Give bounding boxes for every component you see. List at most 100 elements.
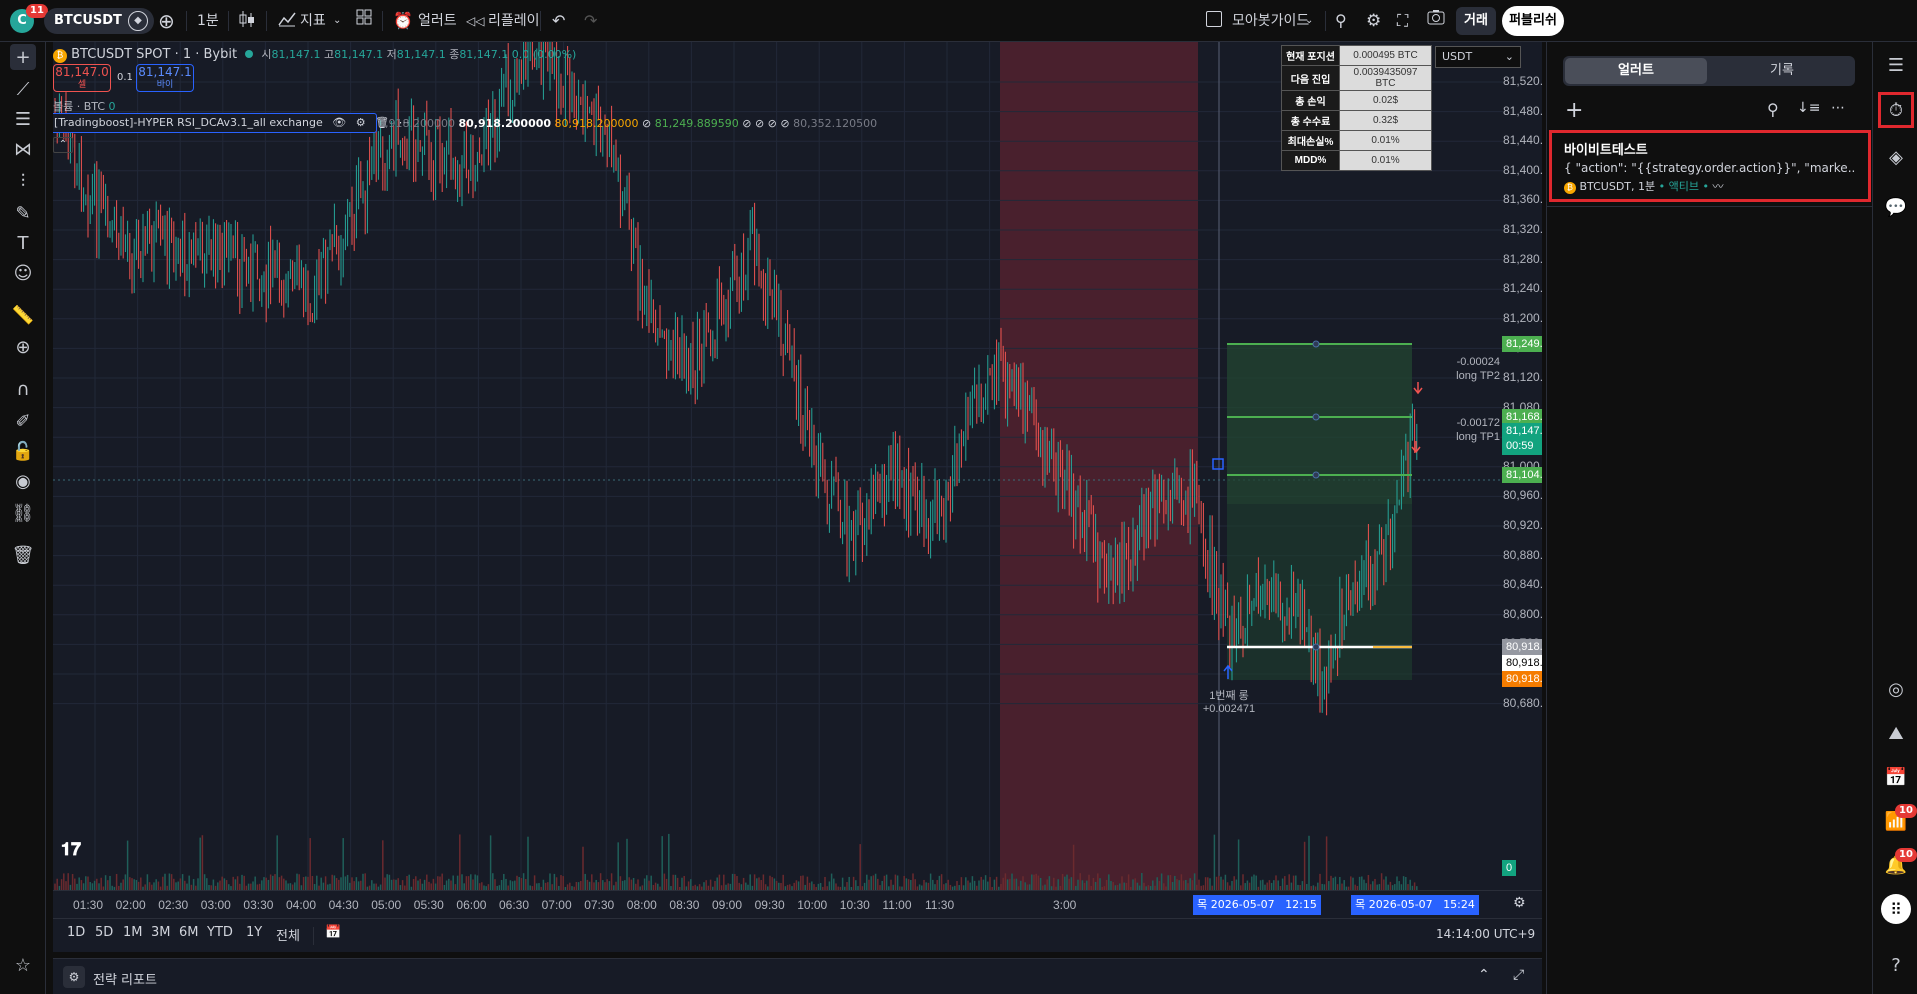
magnet-icon[interactable]: ∩ [10, 376, 36, 402]
candle-type-icon[interactable] [238, 9, 256, 33]
replay-icon[interactable]: ◁◁ [466, 9, 484, 33]
fullscreen-icon[interactable]: ⛶ [1397, 9, 1408, 33]
maximize-panel-icon[interactable]: ⤢ [1513, 967, 1524, 983]
indicator-eye-icon[interactable]: 👁 [332, 116, 346, 129]
collapse-legend-button[interactable]: ⌃ [53, 137, 73, 153]
sort-icon[interactable]: ↓≡ [1797, 100, 1820, 116]
calendar-icon[interactable]: 📅 [1881, 762, 1911, 792]
watchlist-icon[interactable]: ☰ [1881, 50, 1911, 80]
redo-icon[interactable]: ↷ [584, 9, 597, 33]
search-alert-icon[interactable]: ⚲ [1767, 100, 1779, 119]
indicators-icon[interactable] [278, 9, 296, 33]
sell-button[interactable]: 81,147.0 셀 [53, 64, 111, 92]
chart-area[interactable]: ₿ BTCUSDT SPOT · 1 · Bybit 시81,147.1 고81… [53, 42, 1542, 890]
tab-log[interactable]: 기록 [1711, 58, 1853, 84]
interval-selector[interactable]: 1분 [197, 9, 219, 33]
link-icon[interactable]: ⛓ [10, 500, 36, 526]
quick-search-icon[interactable]: ⚲ [1335, 9, 1347, 33]
price-label: 81,400.0 [1503, 162, 1542, 177]
session-highlight [1000, 42, 1198, 890]
indicator-settings-icon[interactable]: ⚙ [356, 116, 366, 129]
layers-icon[interactable]: ◈ [1881, 142, 1911, 172]
tab-alerts[interactable]: 얼러트 [1565, 58, 1707, 84]
ideas-icon[interactable]: ⛰ [1881, 718, 1911, 748]
zoom-in-icon[interactable]: ⊕ [10, 334, 36, 360]
range-1m[interactable]: 1M [123, 925, 143, 940]
undo-icon[interactable]: ↶ [552, 9, 565, 33]
currency-selector[interactable]: USDT ⌄ [1435, 46, 1521, 68]
chat-icon[interactable]: 💬 [1881, 192, 1911, 222]
price-label: 81,520.0 [1503, 74, 1542, 88]
trash-icon[interactable]: 🗑 [10, 542, 36, 568]
range-all[interactable]: 전체 [276, 925, 300, 944]
legend-title[interactable]: BTCUSDT SPOT · 1 · Bybit [71, 47, 237, 62]
buy-button[interactable]: 81,147.1 바이 [136, 64, 194, 92]
alert-clock-icon[interactable]: ⏰ [393, 9, 413, 33]
guide-dropdown-icon[interactable]: ⌄ [1305, 9, 1313, 33]
stay-drawing-icon[interactable]: ✐ [10, 408, 36, 434]
apps-grid-icon[interactable]: ⠿ [1881, 894, 1911, 924]
symbol-options-icon[interactable]: ◆ [128, 11, 148, 31]
time-label: 04:00 [286, 898, 317, 912]
brush-icon[interactable]: ✎ [10, 200, 36, 226]
volume-tag: 0 [1502, 860, 1517, 876]
text-icon[interactable]: T [10, 230, 36, 256]
trendline-icon[interactable]: ⟋ [10, 76, 36, 102]
stats-row: 총 수수료 0.32$ [1281, 110, 1432, 131]
time-label: 03:00 [200, 898, 231, 912]
layout-grid-icon[interactable] [356, 9, 372, 33]
add-alert-icon[interactable]: + [1565, 98, 1583, 123]
crosshair-icon[interactable]: + [10, 44, 36, 70]
more-options-icon[interactable]: ⋯ [1831, 100, 1845, 116]
time-label: 05:00 [371, 898, 402, 912]
position-handle [1212, 458, 1224, 470]
camera-icon[interactable] [1427, 9, 1445, 33]
eye-icon[interactable]: ◉ [10, 468, 36, 494]
axis-settings-icon[interactable]: ⚙ [1513, 895, 1526, 911]
price-label: 81,280.0 [1503, 251, 1542, 266]
indicators-dropdown-icon[interactable]: ⌄ [333, 9, 341, 33]
stats-key: MDD% [1281, 150, 1340, 171]
strategy-report-icon: ⚙ [63, 966, 85, 988]
emoji-icon[interactable]: ☺ [10, 260, 36, 286]
time-label: 07:00 [541, 898, 572, 912]
ruler-icon[interactable]: 📏 [10, 302, 36, 328]
guide-checkbox[interactable] [1206, 11, 1222, 27]
range-1y[interactable]: 1Y [246, 925, 262, 940]
add-symbol-icon[interactable]: ⊕ [158, 9, 175, 33]
strategy-report-bar: ⚙ 전략 리포트 ⌃ ⤢ [53, 958, 1542, 994]
stats-key: 총 수수료 [1281, 110, 1340, 131]
clock-display[interactable]: 14:14:00 UTC+9 [1436, 927, 1535, 941]
time-axis[interactable]: 01:30 02:00 02:30 03:00 03:30 04:00 04:30 05:00… [53, 890, 1542, 918]
goto-date-icon[interactable]: 📅 [325, 925, 341, 940]
replay-button[interactable]: 리플레이 [488, 9, 540, 33]
help-icon[interactable]: ? [1881, 950, 1911, 980]
alert-button[interactable]: 얼러트 [418, 9, 457, 33]
favorites-star-icon[interactable]: ☆ [10, 952, 36, 978]
strategy-report-title[interactable]: 전략 리포트 [93, 969, 157, 988]
range-ytd[interactable]: YTD [207, 925, 233, 940]
alerts-tabs: 얼러트 기록 [1563, 56, 1855, 86]
publish-button[interactable]: 퍼블리쉬 [1502, 6, 1564, 36]
range-5d[interactable]: 5D [95, 925, 113, 940]
indicators-button[interactable]: 지표 [300, 9, 326, 33]
trade-button[interactable]: 거래 [1456, 7, 1496, 35]
alert-item[interactable]: 바이비트테스트 { "action": "{{strategy.order.ac… [1549, 130, 1871, 202]
pattern-icon[interactable]: ⋈ [10, 136, 36, 162]
stats-row: 총 손익 0.02$ [1281, 90, 1432, 111]
time-label: 08:30 [669, 898, 700, 912]
prediction-icon[interactable]: ⫶ [10, 168, 36, 194]
range-3m[interactable]: 3M [151, 925, 171, 940]
range-1d[interactable]: 1D [67, 925, 85, 940]
gauge-icon[interactable]: ◎ [1881, 674, 1911, 704]
fib-icon[interactable]: ☰ [10, 106, 36, 132]
settings-icon[interactable]: ⚙ [1366, 9, 1381, 33]
expand-panel-icon[interactable]: ⌃ [1478, 967, 1490, 983]
price-label: 81,200.0 [1503, 310, 1542, 325]
alerts-clock-icon[interactable]: ⏱ [1878, 92, 1914, 128]
lock-icon[interactable]: 🔓 [10, 438, 36, 464]
stats-value: 0.02$ [1339, 90, 1432, 111]
range-6m[interactable]: 6M [179, 925, 199, 940]
indicator-legend[interactable]: [Tradingboost]-HYPER RSI_DCAv3.1_all exc… [53, 113, 410, 133]
guide-label[interactable]: 모아봇가이드 [1232, 9, 1309, 33]
